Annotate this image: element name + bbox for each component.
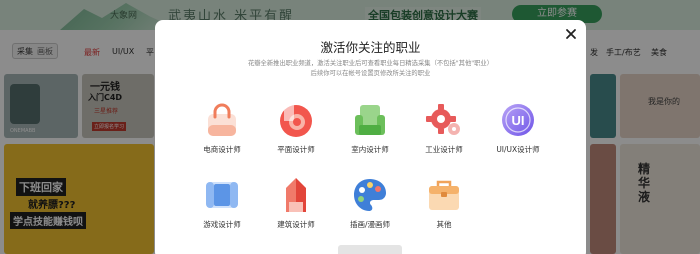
job-label: UI/UX设计师	[496, 145, 540, 154]
job-label: 电商设计师	[203, 145, 241, 154]
job-label: 建筑设计师	[277, 220, 315, 229]
job-option-uiux[interactable]: UI UI/UX设计师	[483, 101, 553, 155]
gamepad-icon	[203, 176, 241, 214]
job-option-game[interactable]: 游戏设计师	[187, 176, 257, 230]
job-option-other[interactable]: 其他	[409, 176, 479, 230]
job-option-architecture[interactable]: 建筑设计师	[261, 176, 331, 230]
graphic-design-icon	[277, 101, 315, 139]
gear-icon	[425, 101, 463, 139]
dialog-description-line2: 后续你可以在帐号设置页修改所关注的职业	[310, 69, 431, 77]
job-label: 插画/漫画师	[349, 220, 391, 229]
career-activation-dialog: 激活你关注的职业 花瓣全新推出职业频道，激活关注职业后可查看职业每日精选采集（不…	[155, 20, 586, 254]
building-icon	[277, 176, 315, 214]
job-label: 平面设计师	[277, 145, 315, 154]
sofa-icon	[351, 101, 389, 139]
ui-badge-icon: UI	[499, 101, 537, 139]
job-label: 工业设计师	[425, 145, 463, 154]
dialog-description-line1: 花瓣全新推出职业频道，激活关注职业后可查看职业每日精选采集（不包括"其他"职业）	[247, 60, 494, 67]
job-label: 室内设计师	[351, 145, 389, 154]
dialog-title: 激活你关注的职业	[320, 40, 421, 55]
job-option-graphic[interactable]: 平面设计师	[261, 101, 331, 155]
palette-icon	[351, 176, 389, 214]
job-option-interior[interactable]: 室内设计师	[335, 101, 405, 155]
dialog-description: 花瓣全新推出职业频道，激活关注职业后可查看职业每日精选采集（不包括"其他"职业）…	[155, 59, 586, 78]
job-option-industrial[interactable]: 工业设计师	[409, 101, 479, 155]
ui-badge-text: UI	[512, 113, 525, 128]
job-option-ecommerce[interactable]: 电商设计师	[187, 101, 257, 155]
toolbox-icon	[425, 176, 463, 214]
shopping-bag-icon	[203, 101, 241, 139]
job-label: 游戏设计师	[203, 220, 241, 229]
job-option-illustration[interactable]: 插画/漫画师	[335, 176, 405, 230]
confirm-button[interactable]	[338, 245, 402, 254]
job-label: 其他	[436, 220, 452, 229]
